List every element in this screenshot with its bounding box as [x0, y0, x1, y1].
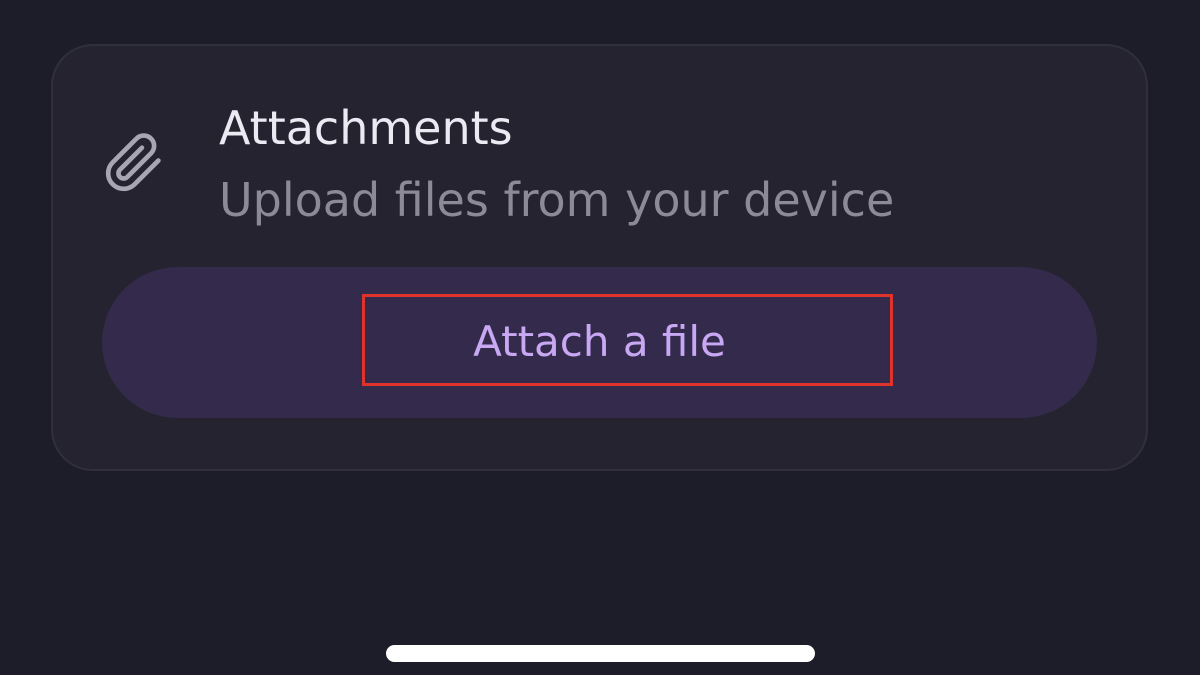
attach-button-label[interactable]: Attach a file	[102, 315, 1097, 369]
home-indicator[interactable]	[386, 645, 815, 662]
paperclip-icon	[103, 132, 165, 194]
attach-file-button[interactable]: Attach a file	[102, 267, 1097, 418]
card-subtitle: Upload files from your device	[219, 173, 895, 227]
card-title: Attachments	[219, 101, 513, 155]
